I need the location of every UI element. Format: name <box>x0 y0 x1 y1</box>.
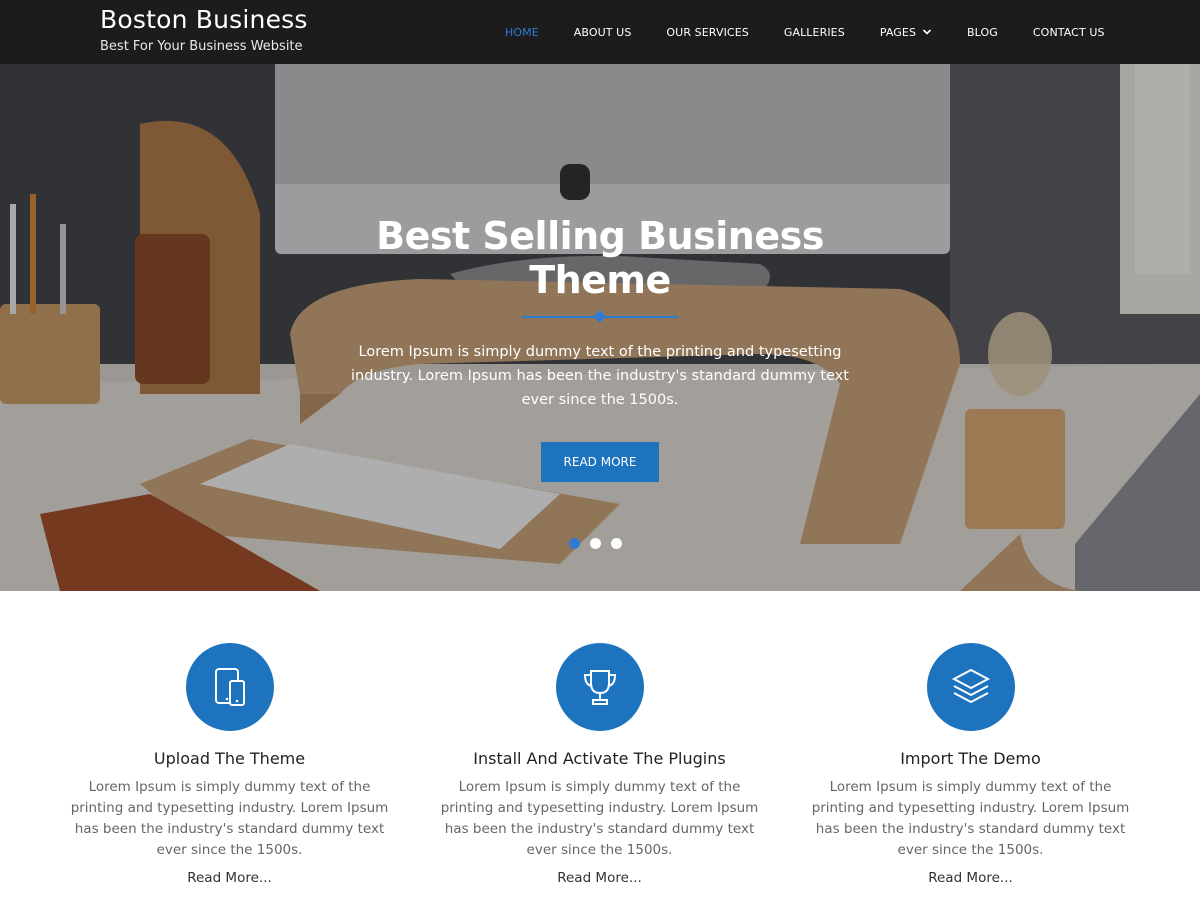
read-more-button[interactable]: READ MORE <box>540 442 660 482</box>
nav-item-blog[interactable]: BLOG <box>967 26 998 39</box>
nav-item-contact-us[interactable]: CONTACT US <box>1033 26 1105 39</box>
divider-diamond <box>593 310 606 323</box>
slider-dot-2[interactable] <box>590 538 601 549</box>
features-section: Upload The Theme Lorem Ipsum is simply d… <box>0 591 1200 900</box>
main-nav: HOME ABOUT US OUR SERVICES GALLERIES PAG… <box>505 0 1105 64</box>
devices-icon <box>214 668 245 706</box>
feature-read-more-link[interactable]: Read More... <box>928 870 1013 886</box>
feature-icon-circle <box>185 643 274 731</box>
nav-item-our-services[interactable]: OUR SERVICES <box>666 26 748 39</box>
slider-dots <box>569 538 632 549</box>
hero-slider: Best Selling Business Theme Lorem Ipsum … <box>0 64 1200 591</box>
feature-text: Lorem Ipsum is simply dummy text of the … <box>70 779 389 858</box>
feature-icon-circle <box>555 643 644 731</box>
feature-title: Import The Demo <box>900 749 1041 768</box>
site-title[interactable]: Boston Business <box>100 5 308 35</box>
layers-icon <box>951 668 990 704</box>
hero-text: Lorem Ipsum is simply dummy text of the … <box>351 344 849 408</box>
feature-read-more-link[interactable]: Read More... <box>187 870 272 886</box>
hero-title: Best Selling Business Theme <box>376 214 824 302</box>
brand[interactable]: Boston Business Best For Your Business W… <box>100 5 308 54</box>
slider-dot-1[interactable] <box>569 538 580 549</box>
slider-dot-3[interactable] <box>611 538 622 549</box>
nav-item-about-us[interactable]: ABOUT US <box>574 26 632 39</box>
feature-icon-circle <box>926 643 1015 731</box>
nav-item-pages[interactable]: PAGES <box>880 26 932 39</box>
feature-text: Lorem Ipsum is simply dummy text of the … <box>811 779 1130 858</box>
site-tagline: Best For Your Business Website <box>100 39 303 54</box>
feature-card: Upload The Theme Lorem Ipsum is simply d… <box>44 643 415 886</box>
feature-title: Upload The Theme <box>153 749 306 768</box>
nav-label: BLOG <box>967 25 998 39</box>
nav-label: OUR SERVICES <box>666 25 749 39</box>
hero-content: Best Selling Business Theme Lorem Ipsum … <box>300 214 900 482</box>
feature-read-more-link[interactable]: Read More... <box>557 870 642 886</box>
nav-label: CONTACT US <box>1032 25 1105 39</box>
nav-label: GALLERIES <box>783 25 845 39</box>
hero-divider <box>522 310 678 324</box>
trophy-icon <box>583 670 616 705</box>
site-header: Boston Business Best For Your Business W… <box>0 0 1200 64</box>
nav-label: PAGES <box>879 25 917 39</box>
nav-label: ABOUT US <box>573 25 632 39</box>
feature-card: Import The Demo Lorem Ipsum is simply du… <box>785 643 1156 886</box>
nav-item-home[interactable]: HOME <box>505 26 539 39</box>
nav-item-galleries[interactable]: GALLERIES <box>784 26 845 39</box>
nav-label: HOME <box>505 25 539 39</box>
feature-card: Install And Activate The Plugins Lorem I… <box>414 643 785 886</box>
feature-title: Install And Activate The Plugins <box>473 749 726 768</box>
feature-text: Lorem Ipsum is simply dummy text of the … <box>440 779 759 858</box>
chevron-down-icon <box>922 29 932 35</box>
